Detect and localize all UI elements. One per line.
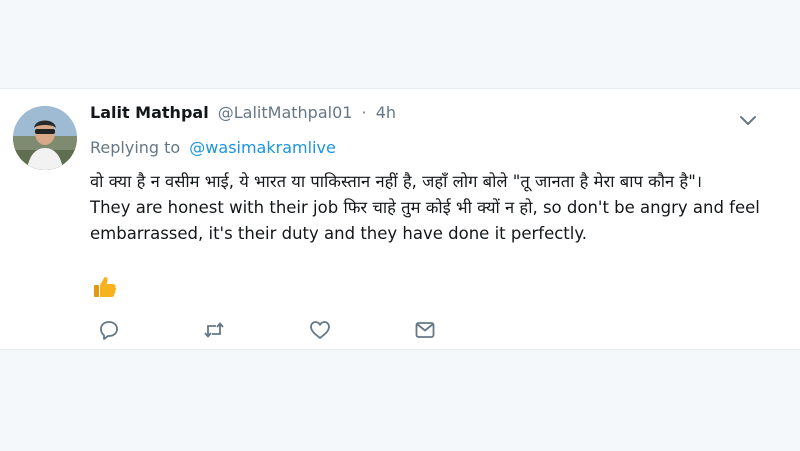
replying-to: Replying to @wasimakramlive	[90, 138, 336, 157]
avatar[interactable]	[13, 106, 77, 170]
timestamp[interactable]: 4h	[376, 103, 396, 122]
bottom-background	[0, 350, 800, 451]
retweet-icon[interactable]	[202, 318, 226, 342]
replying-label: Replying to	[90, 138, 181, 157]
thumbs-up-icon	[92, 274, 118, 300]
direct-message-icon[interactable]	[413, 318, 437, 342]
reply-icon[interactable]	[97, 318, 121, 342]
tweet-header: Lalit Mathpal @LalitMathpal01 · 4h	[90, 103, 396, 122]
tweet-text-hindi: वो क्या है न वसीम भाई, ये भारत या पाकिस्…	[90, 172, 703, 191]
tweet-text-english: They are honest with their job फिर चाहे …	[90, 198, 760, 243]
top-background	[0, 0, 800, 88]
tweet-card: Lalit Mathpal @LalitMathpal01 · 4h Reply…	[0, 88, 800, 350]
separator-dot: ·	[361, 103, 367, 122]
display-name[interactable]: Lalit Mathpal	[90, 103, 209, 122]
like-icon[interactable]	[308, 318, 332, 342]
tweet-text: वो क्या है न वसीम भाई, ये भारत या पाकिस्…	[90, 169, 770, 247]
user-handle[interactable]: @LalitMathpal01	[218, 103, 353, 122]
chevron-down-icon[interactable]	[736, 109, 760, 133]
mention-link[interactable]: @wasimakramlive	[189, 138, 336, 157]
